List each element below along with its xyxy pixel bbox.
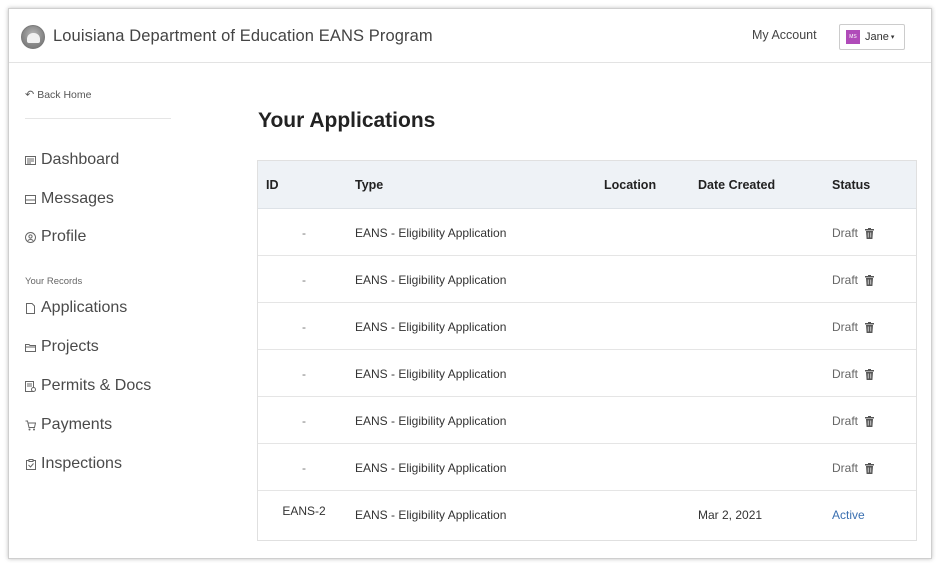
status-badge: Draft: [832, 273, 859, 287]
trash-icon[interactable]: [865, 321, 875, 333]
dashboard-icon: [25, 155, 36, 166]
messages-icon: [25, 194, 36, 205]
sidebar-item-label: Dashboard: [41, 151, 120, 168]
row-status: Draft: [832, 320, 875, 334]
row-type[interactable]: EANS - Eligibility Application: [355, 508, 506, 522]
top-bar: Louisiana Department of Education EANS P…: [9, 9, 931, 63]
clipboard-icon: [25, 458, 36, 470]
status-badge: Draft: [832, 414, 859, 428]
row-id: -: [302, 273, 306, 287]
sidebar-item-label: Applications: [41, 299, 128, 316]
trash-icon[interactable]: [865, 227, 875, 239]
status-badge: Draft: [832, 367, 859, 381]
row-status: Draft: [832, 226, 875, 240]
sidebar-item-label: Permits & Docs: [41, 377, 152, 394]
row-type[interactable]: EANS - Eligibility Application: [355, 273, 506, 287]
sidebar-item-profile[interactable]: Profile: [25, 228, 86, 246]
back-home-link[interactable]: ↶ Back Home: [25, 88, 92, 102]
folder-icon: [25, 342, 36, 353]
table-row[interactable]: - EANS - Eligibility Application Draft: [258, 350, 916, 397]
column-header-date-created[interactable]: Date Created: [698, 178, 775, 192]
row-date-created: Mar 2, 2021: [698, 508, 763, 522]
row-id: -: [302, 320, 306, 334]
row-type[interactable]: EANS - Eligibility Application: [355, 320, 506, 334]
status-badge: Draft: [832, 461, 859, 475]
row-status: Draft: [832, 414, 875, 428]
column-header-location[interactable]: Location: [604, 178, 656, 192]
row-status: Draft: [832, 273, 875, 287]
sidebar-item-label: Profile: [41, 228, 87, 245]
table-row[interactable]: - EANS - Eligibility Application Draft: [258, 397, 916, 444]
row-id: -: [302, 226, 306, 240]
column-header-id[interactable]: ID: [266, 178, 279, 192]
sidebar-item-permits-docs[interactable]: Permits & Docs: [25, 377, 151, 395]
app-title: Louisiana Department of Education EANS P…: [53, 27, 433, 45]
sidebar-item-projects[interactable]: Projects: [25, 338, 99, 356]
my-account-link[interactable]: My Account: [752, 28, 817, 42]
back-home-label: Back Home: [37, 88, 92, 101]
profile-icon: [25, 231, 36, 243]
sidebar: ↶ Back Home Dashboard Messages Profile Y…: [9, 64, 209, 558]
sidebar-item-inspections[interactable]: Inspections: [25, 455, 122, 473]
app-window: Louisiana Department of Education EANS P…: [8, 8, 932, 559]
trash-icon[interactable]: [865, 415, 875, 427]
row-id: -: [302, 367, 306, 381]
sidebar-divider: [25, 118, 171, 119]
row-status: Active: [832, 508, 865, 522]
column-header-type[interactable]: Type: [355, 178, 383, 192]
row-status: Draft: [832, 367, 875, 381]
sidebar-item-applications[interactable]: Applications: [25, 299, 127, 317]
table-row[interactable]: EANS-2 EANS - Eligibility Application Ma…: [258, 491, 916, 538]
sidebar-item-messages[interactable]: Messages: [25, 190, 114, 208]
document-icon: [25, 302, 36, 314]
row-type[interactable]: EANS - Eligibility Application: [355, 461, 506, 475]
row-id: -: [302, 461, 306, 475]
page-title: Your Applications: [258, 109, 436, 132]
status-link-active[interactable]: Active: [832, 508, 865, 522]
table-header: ID Type Location Date Created Status: [258, 161, 916, 209]
state-seal-logo: [21, 25, 45, 49]
avatar: MS: [846, 30, 860, 44]
permit-icon: [25, 380, 36, 392]
sidebar-item-label: Projects: [41, 338, 99, 355]
caret-down-icon: ▾: [890, 34, 895, 41]
row-type[interactable]: EANS - Eligibility Application: [355, 414, 506, 428]
back-arrow-icon: ↶: [25, 89, 35, 101]
sidebar-item-label: Inspections: [41, 455, 122, 472]
trash-icon[interactable]: [865, 368, 875, 380]
table-row[interactable]: - EANS - Eligibility Application Draft: [258, 256, 916, 303]
table-row[interactable]: - EANS - Eligibility Application Draft: [258, 444, 916, 491]
row-type[interactable]: EANS - Eligibility Application: [355, 367, 506, 381]
sidebar-item-label: Payments: [41, 416, 113, 433]
sidebar-item-dashboard[interactable]: Dashboard: [25, 151, 119, 169]
trash-icon[interactable]: [865, 274, 875, 286]
row-status: Draft: [832, 461, 875, 475]
user-name: Jane: [865, 31, 889, 43]
row-id: -: [302, 414, 306, 428]
status-badge: Draft: [832, 320, 859, 334]
row-id: EANS-2: [282, 504, 326, 518]
sidebar-item-label: Messages: [41, 190, 114, 207]
table-row[interactable]: - EANS - Eligibility Application Draft: [258, 303, 916, 350]
applications-table: ID Type Location Date Created Status - E…: [257, 160, 917, 541]
cart-icon: [25, 420, 36, 431]
trash-icon[interactable]: [865, 462, 875, 474]
sidebar-item-payments[interactable]: Payments: [25, 416, 112, 434]
status-badge: Draft: [832, 226, 859, 240]
table-row[interactable]: - EANS - Eligibility Application Draft: [258, 209, 916, 256]
user-menu-button[interactable]: MS Jane ▾: [839, 24, 905, 50]
row-type[interactable]: EANS - Eligibility Application: [355, 226, 506, 240]
your-records-heading: Your Records: [25, 276, 83, 287]
column-header-status[interactable]: Status: [832, 178, 870, 192]
